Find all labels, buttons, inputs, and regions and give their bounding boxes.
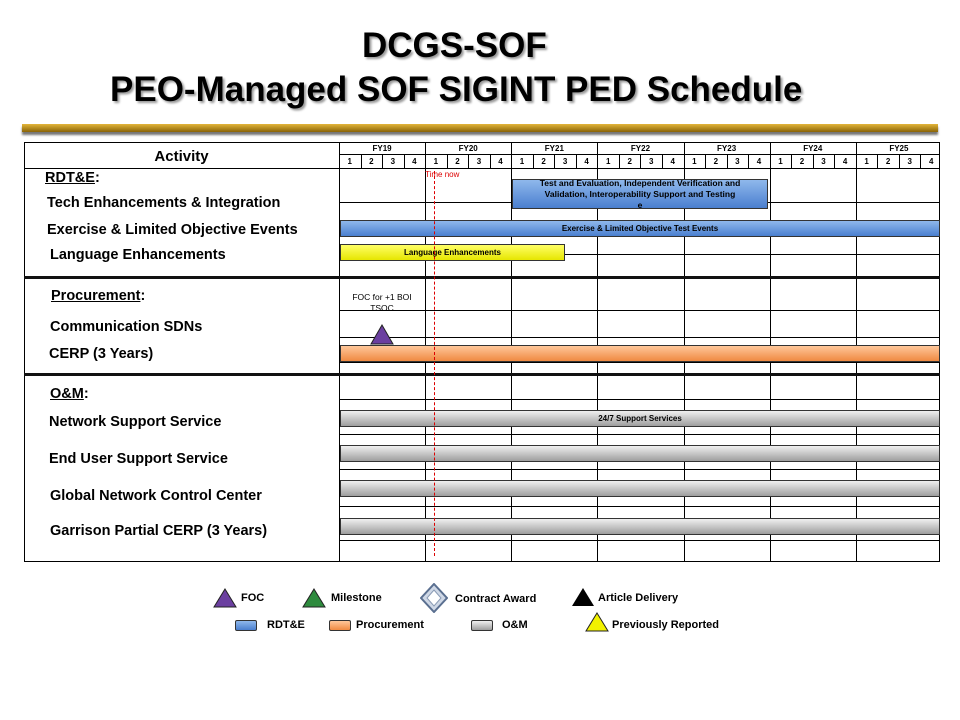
quarter-label: 2 (627, 157, 632, 166)
legend-contract-award: Contract Award (455, 593, 537, 605)
activity-header: Activity (154, 148, 209, 165)
quarter-label: 3 (390, 157, 396, 166)
quarter-label: 4 (756, 157, 762, 166)
row-separator (339, 337, 940, 338)
row-gncc: Global Network Control Center (50, 488, 262, 504)
section-divider (24, 373, 940, 376)
row-separator (339, 469, 940, 470)
fy-label-fy23: FY23 (717, 144, 737, 153)
previously-reported-legend-icon (585, 612, 609, 632)
row-communication-sdns: Communication SDNs (50, 319, 203, 335)
page-subtitle: PEO-Managed SOF SIGINT PED Schedule (110, 70, 803, 109)
row-separator (339, 434, 940, 435)
procurement-legend-swatch (329, 620, 351, 631)
section-divider (24, 276, 940, 279)
bar-exercise-events: Exercise & Limited Objective Test Events (340, 220, 940, 237)
fy-label-fy20: FY20 (458, 144, 478, 153)
section-procurement: Procurement: (51, 288, 146, 304)
schedule-grid: FY19 1 2 3 4 FY20 1 2 3 4 FY21 1 2 3 4 FY22 1 2 3 4 FY23 1 2 3 4… (24, 142, 940, 562)
quarter-label: 3 (476, 157, 482, 166)
row-tech-enhancements: Tech Enhancements & Integration (47, 195, 281, 211)
quarter-label: 4 (412, 157, 417, 166)
quarter-label: 1 (778, 157, 783, 166)
quarter-label: 2 (455, 157, 460, 166)
section-rdte: RDT&E: (45, 170, 100, 186)
row-separator (339, 506, 940, 507)
title-divider (22, 124, 938, 132)
row-end-user-support: End User Support Service (49, 451, 228, 467)
legend-rdte: RDT&E (267, 619, 305, 631)
quarter-label: 4 (928, 157, 934, 166)
quarter-label: 2 (369, 157, 374, 166)
header-bottom-line (24, 168, 940, 169)
fy-label-fy25: FY25 (889, 144, 909, 153)
quarter-label: 4 (584, 157, 589, 166)
row-separator (339, 540, 940, 541)
time-now-line (434, 171, 435, 556)
fy-label-fy22: FY22 (630, 144, 651, 153)
quarter-label: 1 (605, 157, 611, 166)
quarter-label: 1 (347, 157, 352, 166)
row-exercise: Exercise & Limited Objective Events (47, 222, 298, 238)
row-language: Language Enhancements (50, 247, 226, 263)
quarter-label: 1 (519, 157, 525, 166)
fy-label-fy19: FY19 (372, 144, 392, 153)
quarter-label: 4 (670, 157, 675, 166)
rdte-legend-swatch (235, 620, 257, 631)
legend-previously-reported: Previously Reported (612, 619, 719, 631)
legend-article-delivery: Article Delivery (598, 592, 679, 604)
quarter-label: 4 (842, 157, 848, 166)
legend-foc: FOC (241, 592, 265, 604)
quarter-label: 3 (649, 157, 654, 166)
row-network-support: Network Support Service (49, 414, 222, 430)
row-separator (339, 362, 940, 363)
row-garrison-cerp: Garrison Partial CERP (3 Years) (50, 523, 268, 539)
milestone-legend-icon (302, 588, 326, 608)
fy-label-fy24: FY24 (803, 144, 823, 153)
foc-triangle-icon (370, 324, 394, 345)
article-delivery-legend-icon (572, 588, 594, 606)
bar-gncc (340, 480, 940, 497)
contract-award-legend-icon (420, 583, 448, 613)
quarter-label: 3 (907, 157, 912, 166)
quarter-label: 3 (735, 157, 740, 166)
foc-note: FOC for +1 BOI TSOC (352, 292, 412, 313)
foc-legend-icon (213, 588, 237, 608)
row-separator (339, 399, 940, 400)
bar-support-services: 24/7 Support Services (340, 410, 940, 427)
quarter-label: 1 (433, 157, 439, 166)
quarter-label: 2 (799, 157, 805, 166)
legend-milestone: Milestone (331, 592, 382, 604)
bar-test-evaluation: Test and Evaluation, Independent Verific… (512, 178, 768, 210)
page-title: DCGS-SOF (362, 26, 547, 65)
om-legend-swatch (471, 620, 493, 631)
bar-cerp-procurement (340, 345, 940, 362)
quarter-label: 1 (692, 157, 697, 166)
legend-procurement: Procurement (356, 619, 424, 631)
quarter-label: 2 (541, 157, 546, 166)
quarter-label: 3 (821, 157, 826, 166)
bar-language-enhancements: Language Enhancements (340, 244, 565, 261)
quarter-label: 1 (864, 157, 869, 166)
legend-om: O&M (502, 619, 528, 631)
bar-garrison-cerp (340, 518, 940, 535)
row-cerp: CERP (3 Years) (49, 346, 154, 362)
quarter-label: 4 (498, 157, 503, 166)
section-om: O&M: (50, 386, 89, 402)
time-now-label: Time now (425, 170, 460, 179)
row-separator (339, 310, 940, 311)
fy-label-fy21: FY21 (544, 144, 564, 153)
quarter-label: 2 (713, 157, 719, 166)
bar-end-user-support (340, 445, 940, 462)
quarter-label: 3 (562, 157, 568, 166)
quarter-label: 2 (885, 157, 891, 166)
